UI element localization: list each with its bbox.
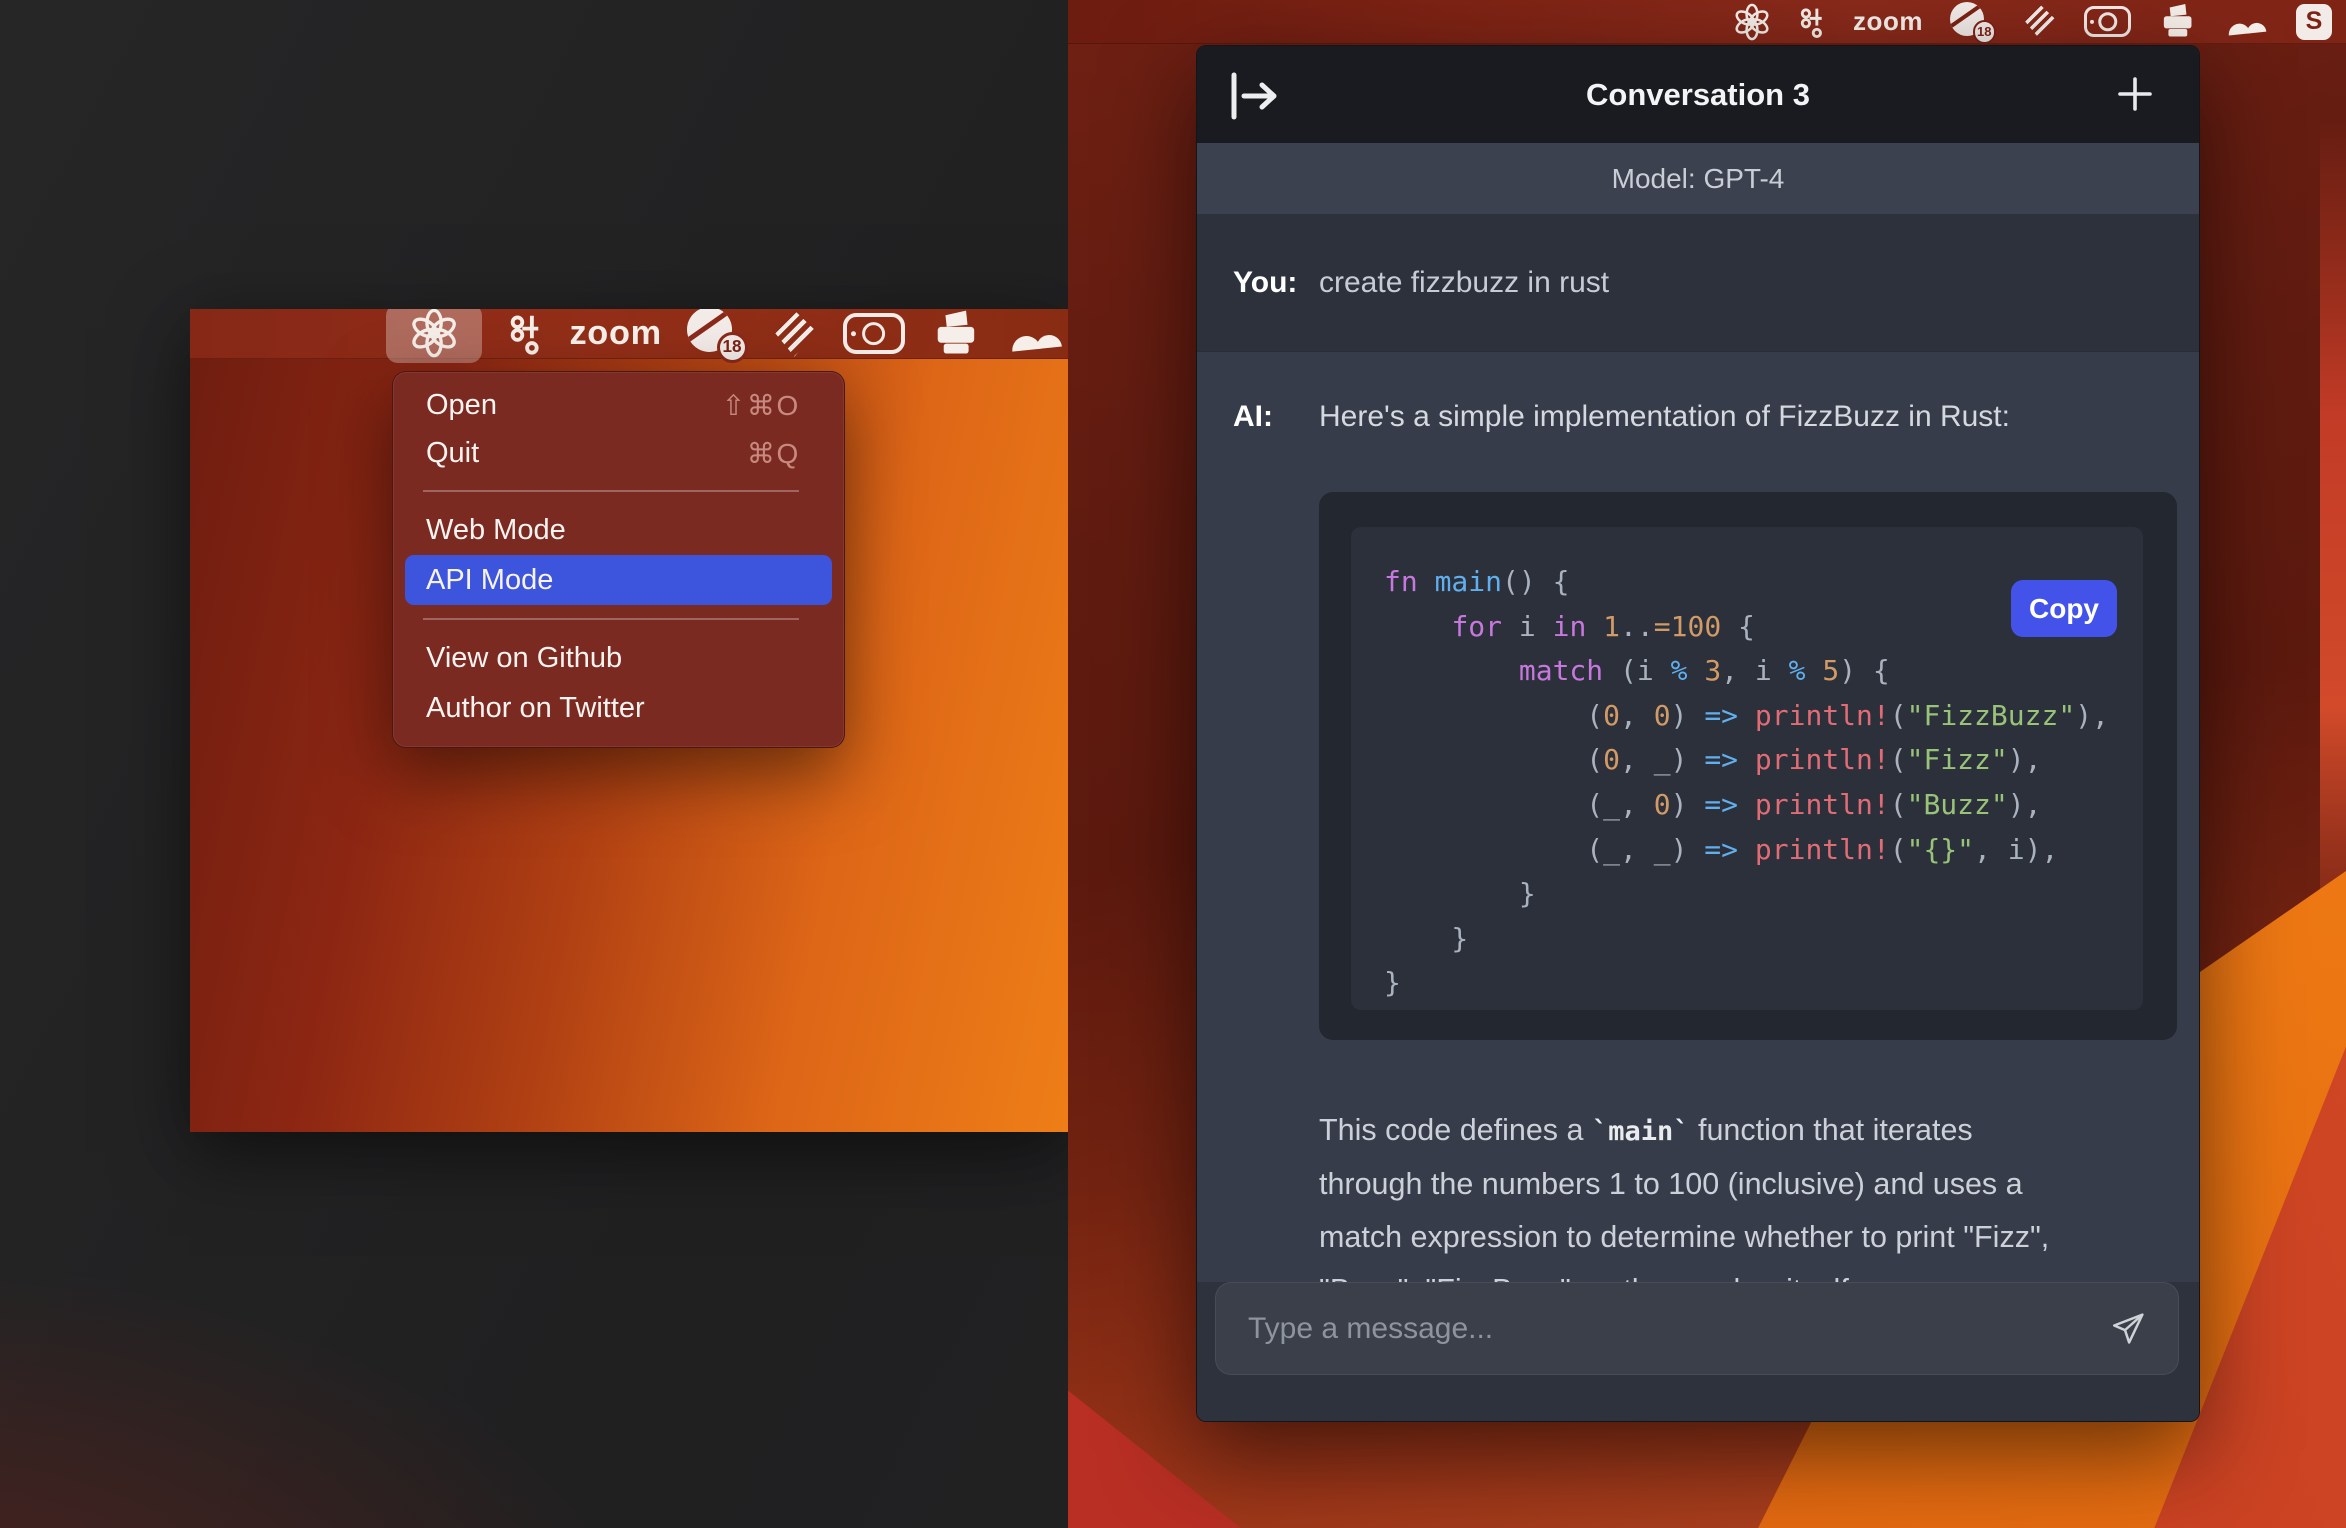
user-message-text: create fizzbuzz in rust [1319, 266, 1609, 300]
send-button[interactable] [2108, 1309, 2148, 1349]
circle-badge-18-icon: 18 [687, 309, 746, 360]
sparkle-menubar-item[interactable] [771, 310, 817, 356]
tray-dropdown-menu: Open ⇧⌘O Quit ⌘Q Web Mode API Mode View … [392, 371, 845, 748]
message-input-container [1215, 1282, 2179, 1375]
user-message-row: You: create fizzbuzz in rust [1197, 215, 2199, 351]
menu-item-web-mode[interactable]: Web Mode [393, 505, 844, 555]
copy-code-button[interactable]: Copy [2011, 580, 2117, 637]
window-header: Conversation 3 [1197, 46, 2199, 143]
menu-item-shortcut: ⇧⌘O [722, 389, 800, 422]
code-block-card: fn main() { for i in 1..=100 { match (i … [1319, 492, 2177, 1040]
printer-icon [2158, 2, 2197, 41]
zoom-app-label: zoom [569, 314, 661, 353]
menu-item-quit[interactable]: Quit ⌘Q [393, 429, 844, 477]
key-combo-menubar-item[interactable] [507, 311, 544, 356]
camera-menubar-item[interactable] [2084, 6, 2131, 37]
menu-bar: zoom 18 [190, 309, 1068, 359]
menu-item-label: Open [426, 389, 497, 422]
zoom-app-label: zoom [1853, 6, 1923, 37]
menu-item-label: API Mode [426, 564, 553, 597]
menu-item-label: Web Mode [426, 514, 566, 547]
menu-item-shortcut: ⌘Q [747, 437, 800, 470]
code-block: fn main() { for i in 1..=100 { match (i … [1351, 527, 2143, 1010]
chat-window: Conversation 3 Model: GPT-4 You: create [1196, 45, 2200, 1422]
menu-separator [423, 490, 799, 492]
code-line: (0, _) => println!("Fizz"), [1384, 738, 2133, 783]
printer-menubar-item[interactable] [930, 309, 981, 359]
sidebar-arrow-icon [1229, 72, 1281, 120]
camera-pill-icon [843, 313, 905, 354]
menu-item-api-mode[interactable]: API Mode [405, 555, 832, 605]
badge-18-menubar-item[interactable]: 18 [687, 309, 746, 360]
arches-menubar-item[interactable] [2224, 7, 2269, 36]
key-combo-icon [1798, 5, 1826, 39]
wallpaper-red-edge [2320, 120, 2346, 960]
key-combo-menubar-item[interactable] [1798, 5, 1826, 39]
paper-plane-icon [2108, 1309, 2148, 1349]
s-app-icon: S [2296, 4, 2332, 40]
s-app-menubar-item[interactable]: S [2296, 4, 2332, 40]
menu-item-view-on-github[interactable]: View on Github [393, 633, 844, 683]
circle-badge-18-icon: 18 [1950, 2, 1995, 42]
arches-icon [2224, 7, 2269, 36]
ai-label: AI: [1233, 400, 1319, 434]
camera-menubar-item[interactable] [843, 313, 905, 354]
menu-item-open[interactable]: Open ⇧⌘O [393, 381, 844, 429]
model-bar: Model: GPT-4 [1197, 143, 2199, 215]
menu-bar: zoom 18 [1068, 0, 2346, 44]
menu-item-label: View on Github [426, 642, 622, 675]
menu-separator [423, 618, 799, 620]
composer-bar [1197, 1282, 2199, 1422]
sparkle-gem-icon [771, 310, 817, 356]
openai-logo-icon [1733, 3, 1771, 41]
badge-18-menubar-item[interactable]: 18 [1950, 2, 1995, 42]
code-line: (0, 0) => println!("FizzBuzz"), [1384, 694, 2133, 739]
arches-icon [1006, 314, 1065, 352]
composite-screenshot: zoom 18 [0, 0, 2346, 1528]
menu-item-label: Quit [426, 437, 479, 470]
sparkle-gem-icon [2022, 4, 2057, 39]
ai-message-block: AI: Here's a simple implementation of Fi… [1197, 351, 2199, 1421]
printer-icon [930, 309, 981, 359]
camera-pill-icon [2084, 6, 2131, 37]
new-conversation-button[interactable] [2117, 76, 2153, 112]
explanation-line: through the numbers 1 to 100 (inclusive)… [1319, 1158, 2191, 1211]
open-sidebar-button[interactable] [1229, 72, 1281, 120]
printer-menubar-item[interactable] [2158, 2, 2197, 41]
code-line: } [1384, 917, 2133, 962]
zoom-menubar-item[interactable]: zoom [1853, 6, 1923, 37]
you-label: You: [1233, 266, 1319, 300]
code-line: (_, _) => println!("{}", i), [1384, 828, 2133, 873]
badge-18: 18 [1973, 20, 1997, 44]
arches-menubar-item[interactable] [1006, 314, 1065, 352]
menu-item-label: Author on Twitter [426, 692, 645, 725]
window-title: Conversation 3 [1197, 77, 2199, 113]
explanation-line: match expression to determine whether to… [1319, 1211, 2191, 1264]
openai-menubar-item[interactable] [386, 309, 482, 363]
openai-menubar-item[interactable] [1733, 3, 1771, 41]
code-line: } [1384, 961, 2133, 1006]
badge-18: 18 [717, 332, 748, 363]
menu-item-author-on-twitter[interactable]: Author on Twitter [393, 683, 844, 733]
explanation-line: This code defines a `main` function that… [1319, 1104, 2191, 1158]
message-input[interactable] [1248, 1283, 1970, 1374]
zoom-menubar-item[interactable]: zoom [569, 314, 661, 353]
plus-icon [2117, 76, 2153, 112]
ai-intro-text: Here's a simple implementation of FizzBu… [1319, 400, 2010, 434]
right-screenshot-panel: zoom 18 [1068, 0, 2346, 1528]
model-label: Model: GPT-4 [1612, 163, 1785, 195]
key-combo-icon [507, 311, 544, 356]
openai-logo-icon [409, 309, 459, 359]
code-line: (_, 0) => println!("Buzz"), [1384, 783, 2133, 828]
inline-code-main: `main` [1592, 1116, 1690, 1147]
code-line: match (i % 3, i % 5) { [1384, 649, 2133, 694]
ai-message-row: AI: Here's a simple implementation of Fi… [1233, 400, 2179, 434]
code-line: } [1384, 872, 2133, 917]
sparkle-menubar-item[interactable] [2022, 4, 2057, 39]
